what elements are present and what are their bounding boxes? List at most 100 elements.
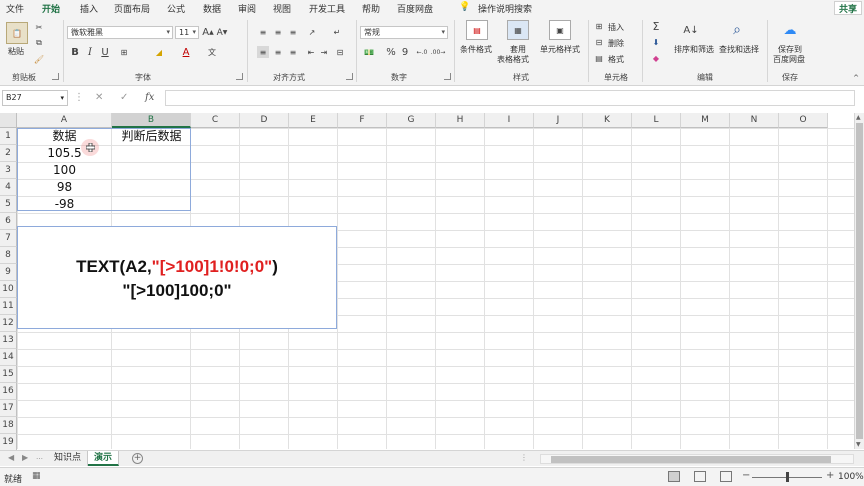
column-header-l[interactable]: L (632, 113, 681, 128)
decrease-decimal-icon[interactable]: .00→ (431, 46, 446, 58)
horizontal-scroll-thumb[interactable] (551, 456, 831, 463)
menu-insert[interactable]: 插入 (80, 2, 98, 15)
column-header-b[interactable]: B (112, 113, 191, 128)
percent-button[interactable]: % (386, 46, 396, 58)
row-header-15[interactable]: 15 (0, 366, 17, 383)
page-break-view-icon[interactable] (720, 471, 732, 482)
row-header-10[interactable]: 10 (0, 281, 17, 298)
align-top-icon[interactable]: ≡ (257, 26, 269, 38)
increase-decimal-icon[interactable]: ←.0 (416, 46, 428, 58)
row-header-1[interactable]: 1 (0, 128, 17, 145)
row-header-17[interactable]: 17 (0, 400, 17, 417)
menu-review[interactable]: 审阅 (238, 2, 256, 15)
increase-indent-icon[interactable]: ⇥ (318, 46, 330, 58)
insert-cells-icon[interactable]: ⊞ (594, 21, 604, 31)
underline-button[interactable]: U (100, 46, 110, 59)
formula-input[interactable] (165, 90, 855, 106)
macro-record-icon[interactable]: ▦ (32, 471, 41, 481)
row-header-7[interactable]: 7 (0, 230, 17, 247)
format-cells-button[interactable]: 格式 (608, 54, 624, 65)
alignment-launcher-icon[interactable] (346, 73, 353, 80)
format-as-table-label-2[interactable]: 表格格式 (497, 54, 529, 65)
menu-home[interactable]: 开始 (42, 2, 61, 18)
add-sheet-icon[interactable]: + (132, 453, 143, 464)
menu-page-layout[interactable]: 页面布局 (114, 2, 150, 15)
row-header-18[interactable]: 18 (0, 417, 17, 434)
cell-styles-icon[interactable]: ▣ (549, 20, 571, 40)
row-header-2[interactable]: 2 (0, 145, 17, 162)
column-header-c[interactable]: C (191, 113, 240, 128)
collapse-ribbon-icon[interactable]: ^ (852, 74, 860, 82)
number-launcher-icon[interactable] (444, 73, 451, 80)
column-header-k[interactable]: K (583, 113, 632, 128)
menu-file[interactable]: 文件 (6, 2, 24, 15)
prev-sheet-icon[interactable]: ◀ (8, 453, 14, 462)
fill-icon[interactable]: ⬇ (650, 36, 662, 48)
zoom-slider-thumb[interactable] (786, 472, 789, 482)
number-format-select[interactable]: 常规 ▾ (360, 26, 448, 39)
delete-cells-button[interactable]: 删除 (608, 38, 624, 49)
row-header-8[interactable]: 8 (0, 247, 17, 264)
cell-A3[interactable]: 100 (17, 162, 112, 179)
find-icon[interactable]: ⌕ (728, 20, 746, 40)
font-size-select[interactable]: 11 ▾ (175, 26, 199, 39)
column-header-j[interactable]: J (534, 113, 583, 128)
row-header-14[interactable]: 14 (0, 349, 17, 366)
fill-color-icon[interactable]: ◢ (152, 46, 166, 59)
align-right-icon[interactable]: ≡ (287, 46, 299, 58)
insert-cells-button[interactable]: 插入 (608, 22, 624, 33)
zoom-level[interactable]: 100% (838, 472, 864, 482)
column-header-i[interactable]: I (485, 113, 534, 128)
insert-function-icon[interactable]: fx (145, 92, 154, 103)
column-header-a[interactable]: A (17, 113, 112, 128)
save-to-label-2[interactable]: 百度网盘 (773, 54, 805, 65)
orientation-icon[interactable]: ↗ (305, 26, 319, 38)
align-left-icon[interactable]: ≡ (257, 46, 269, 58)
bold-button[interactable]: B (70, 46, 80, 59)
column-header-g[interactable]: G (387, 113, 436, 128)
sheet-tab-knowledge[interactable]: 知识点 (48, 451, 89, 466)
currency-icon[interactable]: 💵 (362, 46, 376, 58)
sheet-tab-demo[interactable]: 演示 (88, 451, 120, 466)
row-header-3[interactable]: 3 (0, 162, 17, 179)
scroll-up-icon[interactable]: ▲ (856, 114, 861, 121)
menu-view[interactable]: 视图 (273, 2, 291, 15)
grow-font-button[interactable]: A ▲ (202, 26, 214, 39)
cell-A4[interactable]: 98 (17, 179, 112, 196)
normal-view-icon[interactable] (668, 471, 680, 482)
row-header-9[interactable]: 9 (0, 264, 17, 281)
split-handle-icon[interactable]: ⋮ (520, 453, 528, 462)
column-header-n[interactable]: N (730, 113, 779, 128)
column-header-d[interactable]: D (240, 113, 289, 128)
clipboard-launcher-icon[interactable] (52, 73, 59, 80)
cell-B1[interactable]: 判断后数据 (112, 128, 191, 145)
share-button[interactable]: 共享 (833, 1, 862, 15)
merge-center-icon[interactable]: ⊟ (333, 46, 347, 58)
menu-developer[interactable]: 开发工具 (309, 2, 345, 15)
cell-styles-label[interactable]: 单元格样式 (540, 44, 580, 55)
row-header-5[interactable]: 5 (0, 196, 17, 213)
decrease-indent-icon[interactable]: ⇤ (305, 46, 317, 58)
cell-A5[interactable]: -98 (17, 196, 112, 213)
row-header-11[interactable]: 11 (0, 298, 17, 315)
copy-icon[interactable]: ⧉ (33, 37, 45, 49)
format-cells-icon[interactable]: ▤ (594, 53, 604, 63)
font-name-select[interactable]: 微软雅黑 ▾ (67, 26, 173, 39)
next-sheet-icon[interactable]: ▶ (22, 453, 28, 462)
row-header-19[interactable]: 19 (0, 434, 17, 451)
align-middle-icon[interactable]: ≡ (272, 26, 284, 38)
cut-icon[interactable]: ✂ (33, 21, 45, 33)
find-select-button[interactable]: 查找和选择 (719, 44, 759, 55)
row-header-6[interactable]: 6 (0, 213, 17, 230)
align-bottom-icon[interactable]: ≡ (287, 26, 299, 38)
confirm-icon[interactable]: ✓ (120, 92, 128, 103)
select-all-corner[interactable] (0, 113, 17, 128)
menu-help[interactable]: 帮助 (362, 2, 380, 15)
column-header-o[interactable]: O (779, 113, 828, 128)
shrink-font-button[interactable]: A ▼ (216, 26, 228, 39)
column-header-m[interactable]: M (681, 113, 730, 128)
cancel-icon[interactable]: ✕ (95, 92, 103, 103)
name-box[interactable]: B27 ▾ (2, 90, 68, 106)
menu-baidu-netdisk[interactable]: 百度网盘 (397, 2, 433, 15)
horizontal-scrollbar[interactable] (540, 454, 854, 464)
